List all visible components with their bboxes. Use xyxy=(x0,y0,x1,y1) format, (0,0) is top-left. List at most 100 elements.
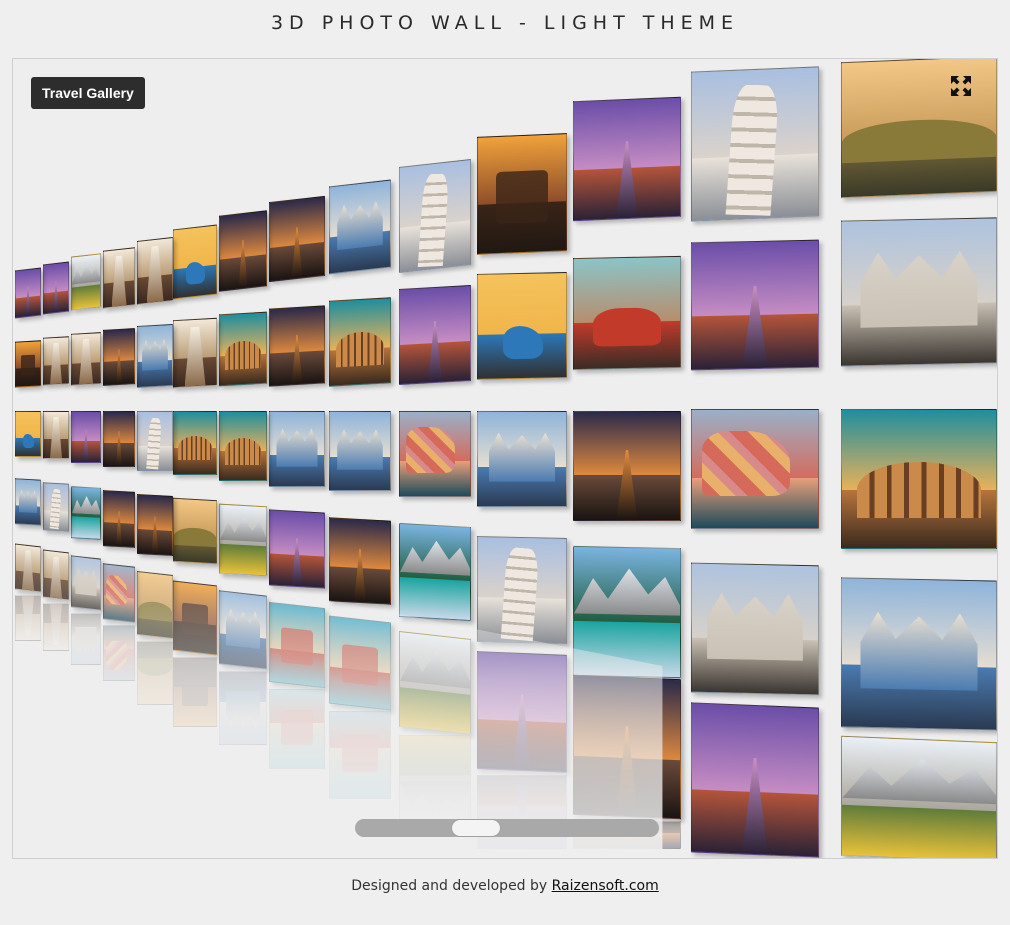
photo-tile[interactable] xyxy=(103,563,135,623)
scrollbar-thumb[interactable] xyxy=(452,820,500,836)
photo-tile[interactable] xyxy=(329,297,391,387)
photo-tile[interactable] xyxy=(103,411,135,467)
photo-reflection xyxy=(137,641,173,705)
photo-tile[interactable] xyxy=(219,503,267,577)
footer-credit: Designed and developed by Raizensoft.com xyxy=(0,878,1010,894)
photo-tile[interactable] xyxy=(219,411,267,481)
photo-tile[interactable] xyxy=(329,411,391,491)
photo-tile[interactable] xyxy=(219,590,267,670)
developer-link[interactable]: Raizensoft.com xyxy=(552,878,659,894)
photo-tile[interactable] xyxy=(399,630,471,736)
photo-tile[interactable] xyxy=(691,66,819,222)
photo-tile[interactable] xyxy=(43,261,69,315)
photo-tile[interactable] xyxy=(173,411,217,475)
photo-wall[interactable] xyxy=(13,59,997,858)
photo-tile[interactable] xyxy=(15,340,41,388)
photo-tile[interactable] xyxy=(15,478,41,526)
photo-tile[interactable] xyxy=(71,486,101,540)
photo-reflection xyxy=(71,613,101,665)
photo-ground xyxy=(574,621,680,678)
photo-tile[interactable] xyxy=(477,133,567,255)
photo-tile[interactable] xyxy=(269,601,325,689)
gallery-title-badge: Travel Gallery xyxy=(31,77,145,109)
photo-tile[interactable] xyxy=(71,555,101,611)
photo-tile[interactable] xyxy=(841,59,997,199)
photo-tile[interactable] xyxy=(399,522,471,622)
photo-subject xyxy=(860,611,977,690)
photo-tile[interactable] xyxy=(103,328,135,386)
photo-reflection xyxy=(43,603,69,651)
photo-subject xyxy=(178,435,212,461)
photo-tile[interactable] xyxy=(841,409,997,549)
photo-tile[interactable] xyxy=(269,305,325,387)
photo-tile[interactable] xyxy=(71,411,101,463)
photo-tile[interactable] xyxy=(691,702,819,858)
photo-tile[interactable] xyxy=(477,272,567,380)
photo-tile[interactable] xyxy=(71,332,101,386)
photo-tile[interactable] xyxy=(841,217,997,367)
photo-tile[interactable] xyxy=(691,562,819,696)
photo-tile[interactable] xyxy=(15,411,41,457)
photo-ground xyxy=(400,577,470,620)
photo-ground xyxy=(400,736,470,776)
photo-tile[interactable] xyxy=(399,411,471,497)
photo-tile[interactable] xyxy=(573,255,681,371)
photo-subject xyxy=(226,608,261,649)
photo-subject xyxy=(182,675,208,706)
photo-subject xyxy=(22,434,34,449)
photo-tile[interactable] xyxy=(329,179,391,275)
photo-tile[interactable] xyxy=(137,323,173,389)
photo-tile[interactable] xyxy=(103,247,135,309)
photo-tile[interactable] xyxy=(137,570,173,640)
photo-tile[interactable] xyxy=(477,411,567,507)
photo-ground xyxy=(400,686,470,734)
photo-tile[interactable] xyxy=(137,236,173,306)
photo-tile[interactable] xyxy=(137,411,173,471)
photo-tile[interactable] xyxy=(573,96,681,222)
photo-tile[interactable] xyxy=(269,509,325,589)
footer-prefix: Designed and developed by xyxy=(351,878,552,894)
photo-tile[interactable] xyxy=(43,411,69,459)
photo-tile[interactable] xyxy=(43,482,69,532)
photo-tile[interactable] xyxy=(841,735,997,858)
photo-tile[interactable] xyxy=(15,267,41,319)
photo-reflection xyxy=(219,671,267,745)
photo-tile[interactable] xyxy=(399,284,471,386)
photo-tile[interactable] xyxy=(103,490,135,548)
photo-tile[interactable] xyxy=(329,615,391,711)
photo-tile[interactable] xyxy=(173,497,217,565)
photo-tile[interactable] xyxy=(173,580,217,656)
photo-tile[interactable] xyxy=(573,674,681,820)
photo-tile[interactable] xyxy=(173,224,217,300)
fullscreen-button[interactable] xyxy=(950,75,972,97)
photo-subject xyxy=(342,733,378,773)
photo-tile[interactable] xyxy=(477,651,567,773)
photo-tile[interactable] xyxy=(573,545,681,679)
photo-tile[interactable] xyxy=(329,517,391,605)
photo-subject xyxy=(138,657,172,677)
photo-subject xyxy=(185,260,206,285)
horizontal-scrollbar[interactable] xyxy=(355,819,659,837)
photo-ground xyxy=(72,516,100,539)
photo-tile[interactable] xyxy=(477,536,567,644)
photo-tile[interactable] xyxy=(71,253,101,311)
photo-tile[interactable] xyxy=(573,411,681,521)
photo-tile[interactable] xyxy=(43,336,69,386)
photo-tile[interactable] xyxy=(691,409,819,529)
photo-tile[interactable] xyxy=(269,195,325,283)
photo-wall-viewer[interactable]: Travel Gallery xyxy=(12,58,998,859)
photo-tile[interactable] xyxy=(841,577,997,731)
photo-subject xyxy=(75,568,96,596)
photo-subject xyxy=(75,627,96,653)
photo-tile[interactable] xyxy=(15,543,41,593)
photo-tile[interactable] xyxy=(219,311,267,387)
photo-subject xyxy=(182,602,208,637)
photo-tile[interactable] xyxy=(269,411,325,487)
photo-tile[interactable] xyxy=(43,549,69,601)
photo-reflection xyxy=(173,657,217,727)
photo-tile[interactable] xyxy=(173,317,217,389)
photo-tile[interactable] xyxy=(219,210,267,292)
photo-tile[interactable] xyxy=(691,239,819,371)
photo-tile[interactable] xyxy=(399,158,471,274)
photo-tile[interactable] xyxy=(137,493,173,557)
